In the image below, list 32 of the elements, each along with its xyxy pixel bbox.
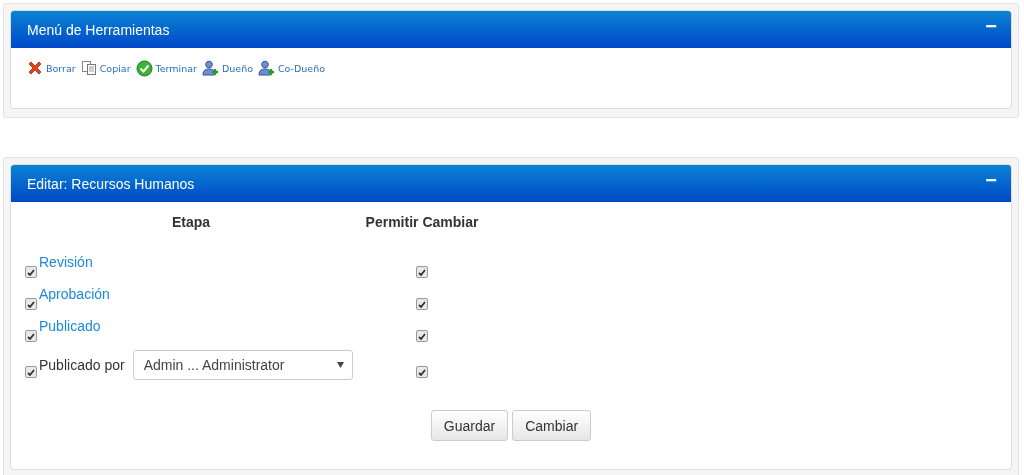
checkbox[interactable] bbox=[25, 298, 37, 310]
user-select[interactable]: Admin ... Administrator bbox=[132, 350, 353, 380]
toolbar-link[interactable]: Borrar bbox=[27, 60, 76, 76]
checkbox[interactable] bbox=[416, 330, 428, 342]
column-header: Etapa bbox=[171, 214, 211, 232]
form-button[interactable]: Cambiar bbox=[512, 410, 592, 441]
checkbox[interactable] bbox=[25, 330, 37, 342]
collapse-button[interactable]: − bbox=[985, 15, 997, 36]
stage-link[interactable]: Publicado bbox=[39, 318, 101, 334]
caret-icon bbox=[336, 362, 344, 368]
checkbox[interactable] bbox=[416, 298, 428, 310]
x-icon bbox=[27, 60, 43, 76]
panel-title: Editar: Recursos Humanos bbox=[27, 175, 195, 192]
form-button[interactable]: Guardar bbox=[430, 410, 509, 441]
stage-label: Publicado por bbox=[39, 357, 125, 373]
checkbox[interactable] bbox=[416, 366, 428, 378]
toolbar-link[interactable]: Copiar bbox=[80, 60, 131, 76]
column-header: Permitir Cambiar bbox=[365, 214, 479, 232]
stage-link[interactable]: Aprobación bbox=[39, 286, 110, 302]
checkbox[interactable] bbox=[25, 266, 37, 278]
toolbar-link[interactable]: Terminar bbox=[135, 60, 197, 77]
user-add-icon bbox=[201, 60, 219, 77]
toolbar-link[interactable]: Dueño bbox=[201, 60, 253, 77]
panel-title: Menú de Herramientas bbox=[27, 21, 170, 38]
collapse-button[interactable]: − bbox=[985, 169, 997, 190]
toolbar-link[interactable]: Co-Dueño bbox=[258, 60, 326, 77]
documents-icon bbox=[80, 60, 97, 76]
checkbox[interactable] bbox=[416, 266, 428, 278]
user-add-icon bbox=[258, 60, 275, 77]
check-circle-icon bbox=[135, 60, 153, 77]
stage-link[interactable]: Revisión bbox=[39, 254, 93, 270]
checkbox[interactable] bbox=[25, 366, 37, 378]
